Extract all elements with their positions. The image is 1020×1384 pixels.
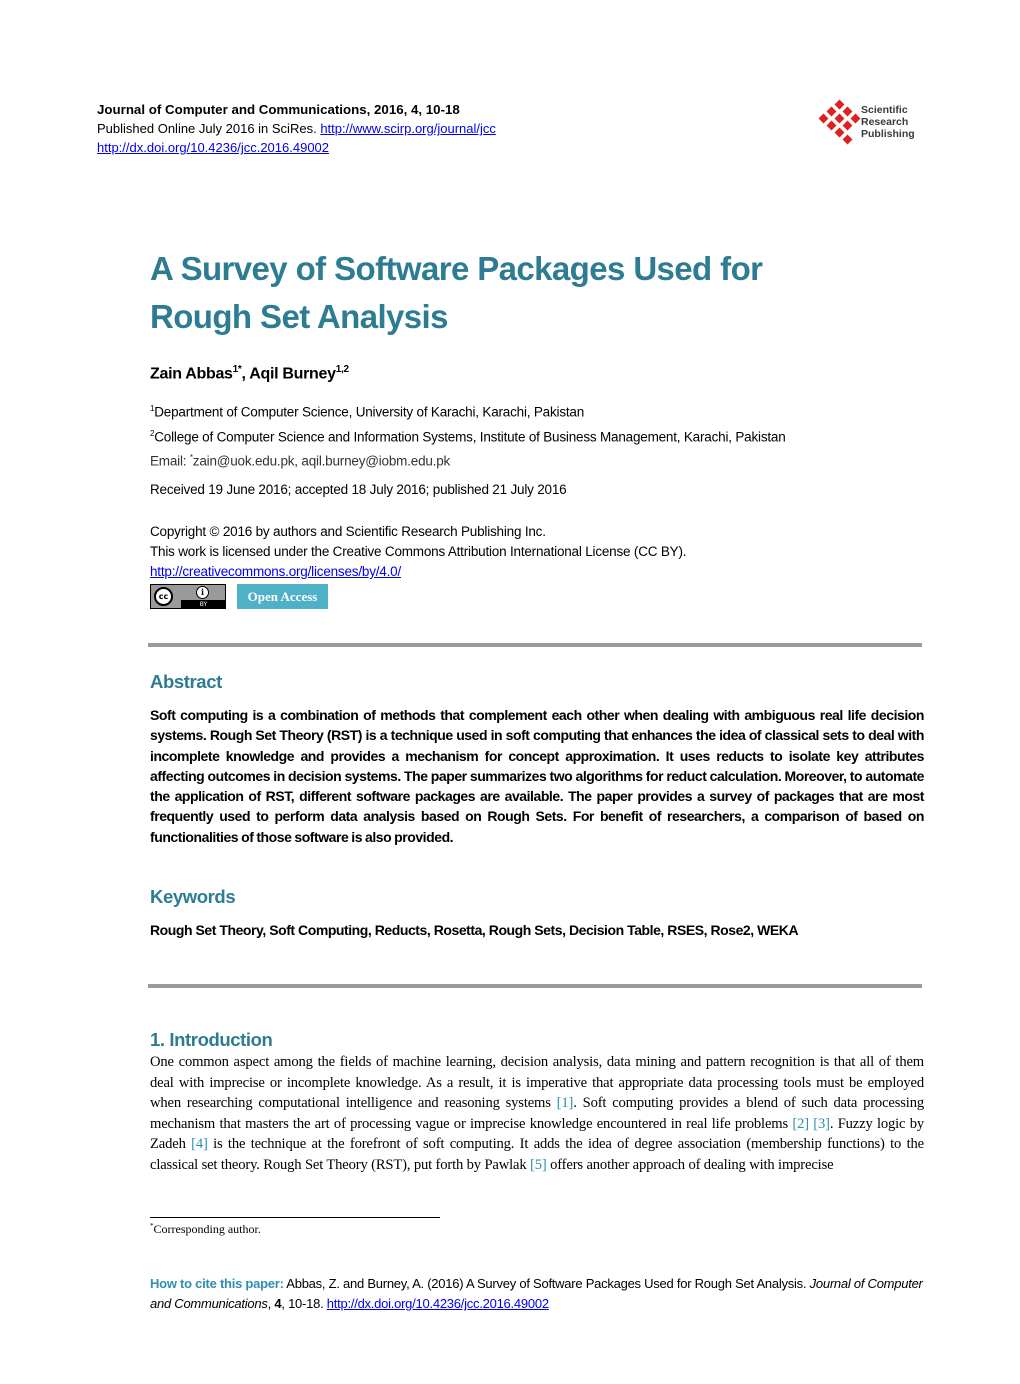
cc-by-badge[interactable]: cc i BY <box>150 584 226 609</box>
author-name: Zain Abbas <box>150 365 233 383</box>
keywords-heading: Keywords <box>150 886 236 907</box>
publisher-name-line: Research <box>861 116 909 128</box>
author-sup: 1* <box>232 364 242 375</box>
publisher-name-line: Publishing <box>861 128 915 140</box>
affiliation-text: College of Computer Science and Informat… <box>154 429 786 444</box>
doi-link[interactable]: http://dx.doi.org/10.4236/jcc.2016.49002 <box>97 140 329 155</box>
citation-lead: How to cite this paper: <box>150 1276 284 1291</box>
journal-title: Journal of Computer and Communications, … <box>97 102 460 117</box>
paper-title: A Survey of Software Packages Used for R… <box>150 245 910 341</box>
reference-link[interactable]: [2] <box>792 1116 809 1132</box>
author-name: Aqil Burney <box>249 365 336 383</box>
author-sup: 1,2 <box>335 364 349 375</box>
email-label: Email: <box>150 453 190 469</box>
footnote: *Corresponding author. <box>150 1222 261 1237</box>
license-line: This work is licensed under the Creative… <box>150 544 687 559</box>
keywords-text: Rough Set Theory, Soft Computing, Reduct… <box>150 922 799 938</box>
publisher-name-line: Scientific <box>861 104 908 116</box>
authors: Zain Abbas1*, Aqil Burney1,2 <box>150 364 349 383</box>
reference-link[interactable]: [4] <box>191 1136 208 1152</box>
publisher-logo: Scientific Research Publishing <box>818 99 928 146</box>
open-access-badge[interactable]: Open Access <box>237 584 328 609</box>
affiliation-text: Department of Computer Science, Universi… <box>154 404 585 420</box>
section-divider <box>148 643 922 647</box>
introduction-heading: 1. Introduction <box>150 1029 273 1050</box>
published-text: Published Online July 2016 in SciRes. <box>97 121 317 136</box>
reference-link[interactable]: [5] <box>530 1157 547 1173</box>
paper-title-line: A Survey of Software Packages Used for <box>150 250 763 287</box>
abstract-heading: Abstract <box>150 671 222 692</box>
affiliations: 1Department of Computer Science, Univers… <box>150 398 786 472</box>
paper-title-line: Rough Set Analysis <box>150 298 448 335</box>
journal-link[interactable]: http://www.scirp.org/journal/jcc <box>320 121 496 136</box>
citation-doi-link[interactable]: http://dx.doi.org/10.4236/jcc.2016.49002 <box>327 1296 549 1311</box>
email-addresses[interactable]: zain@uok.edu.pk, aqil.burney@iobm.edu.pk <box>193 454 451 469</box>
abstract-text: Soft computing is a combination of metho… <box>150 707 924 845</box>
published-line: Published Online July 2016 in SciRes. ht… <box>97 119 557 138</box>
section-divider <box>148 984 922 988</box>
cc-icon: cc <box>154 587 173 606</box>
copyright-line: Copyright © 2016 by authors and Scientif… <box>150 524 546 539</box>
affiliation: 2College of Computer Science and Informa… <box>150 423 786 448</box>
introduction-text: One common aspect among the fields of ma… <box>150 1052 924 1176</box>
citation-text: , 10-18. <box>281 1296 327 1311</box>
citation-block: How to cite this paper: Abbas, Z. and Bu… <box>150 1274 924 1314</box>
license-link[interactable]: http://creativecommons.org/licenses/by/4… <box>150 564 401 579</box>
journal-header: Journal of Computer and Communications, … <box>97 100 557 157</box>
reference-link[interactable]: [1] <box>557 1095 574 1111</box>
footnote-divider <box>150 1217 440 1218</box>
publisher-name: Scientific Research Publishing <box>861 104 915 140</box>
affiliation: 1Department of Computer Science, Univers… <box>150 398 786 423</box>
body-text: offers another approach of dealing with … <box>546 1156 834 1173</box>
footnote-text: Corresponding author. <box>153 1222 261 1236</box>
reference-link[interactable]: [3] <box>813 1116 830 1132</box>
publication-dates: Received 19 June 2016; accepted 18 July … <box>150 482 567 497</box>
copyright-block: Copyright © 2016 by authors and Scientif… <box>150 522 686 582</box>
by-label: BY <box>181 600 226 609</box>
citation-text: Abbas, Z. and Burney, A. (2016) A Survey… <box>283 1276 810 1291</box>
diamond-logo-icon <box>818 99 862 146</box>
attribution-icon: i <box>196 586 209 599</box>
email-line: Email: *zain@uok.edu.pk, aqil.burney@iob… <box>150 447 786 472</box>
